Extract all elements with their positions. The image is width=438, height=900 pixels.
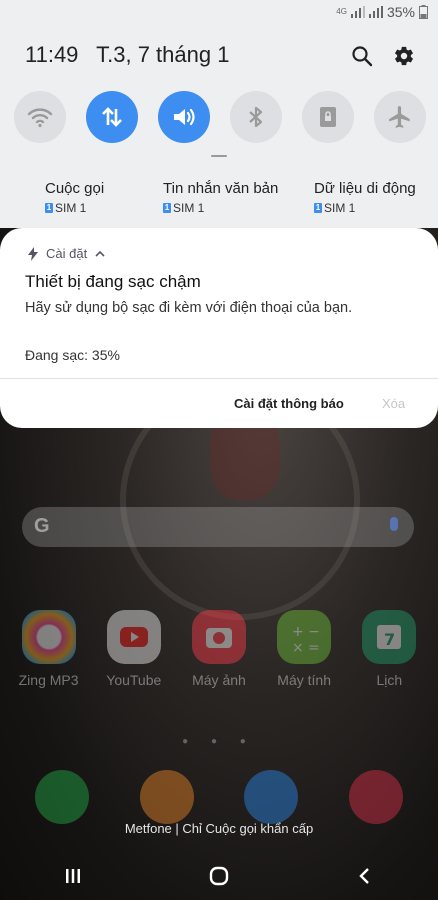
calendar-icon: 7 (362, 610, 417, 664)
svg-text:+ −: + − (292, 624, 320, 640)
volume-icon (174, 108, 195, 126)
mic-icon[interactable] (390, 517, 398, 531)
app-youtube[interactable]: YouTube (94, 610, 174, 688)
notification-title: Thiết bị đang sạc chậm (25, 272, 201, 291)
charging-bolt-icon (28, 246, 38, 261)
notification-app-row[interactable]: Cài đặt (28, 246, 105, 261)
signal-icon (350, 6, 365, 18)
lock-screen-icon (320, 107, 336, 127)
recents-button[interactable] (53, 856, 93, 896)
network-type: 4G (336, 7, 347, 16)
search-button[interactable] (350, 44, 374, 68)
sim-calls-value: SIM 1 (55, 201, 87, 215)
page-indicator: ● ● ● (182, 736, 256, 747)
gallery-icon[interactable] (348, 770, 403, 824)
mobile-data-toggle[interactable] (86, 91, 138, 143)
recents-icon (66, 869, 80, 883)
svg-text:× =: × = (292, 640, 320, 656)
phone-icon[interactable] (35, 770, 90, 824)
date[interactable]: T.3, 7 tháng 1 (96, 42, 229, 67)
battery-icon (419, 5, 428, 19)
app-label: Lịch (376, 672, 403, 688)
airplane-toggle[interactable] (374, 91, 426, 143)
sim-calls-title: Cuộc gọi (45, 180, 105, 197)
status-bar: 4G 35% (336, 4, 428, 20)
sim-icon: 1 (45, 203, 53, 213)
data-arrows-icon (102, 107, 122, 127)
bluetooth-icon (249, 106, 263, 128)
clock[interactable]: 11:49 (25, 42, 78, 67)
app-calendar[interactable]: 7 Lịch (349, 610, 429, 688)
signal-icon-2 (368, 6, 383, 18)
dock (0, 770, 438, 824)
quick-toggles (14, 91, 426, 143)
wifi-toggle[interactable] (14, 91, 66, 143)
back-button[interactable] (345, 856, 385, 896)
notification-body: Hãy sử dụng bộ sạc đi kèm với điện thoại… (25, 300, 353, 316)
camera-icon (191, 610, 246, 664)
app-label: Zing MP3 (18, 672, 79, 688)
contacts-icon[interactable] (139, 770, 194, 824)
notification-app-name: Cài đặt (46, 246, 88, 261)
app-label: Máy tính (277, 672, 331, 688)
chevron-up-icon (95, 250, 105, 257)
notification-settings-button[interactable]: Cài đặt thông báo (234, 396, 344, 411)
battery-percent: 35% (386, 4, 415, 20)
notification-card[interactable]: Cài đặt Thiết bị đang sạc chậm Hãy sử dụ… (0, 228, 438, 428)
sim-mobile-data[interactable]: Dữ liệu di động 1 SIM 1 (314, 180, 416, 215)
youtube-icon (106, 610, 161, 664)
sound-toggle[interactable] (158, 91, 210, 143)
google-logo-icon: G (34, 515, 50, 537)
airplane-icon (389, 106, 410, 128)
google-search-bar[interactable]: G (22, 507, 414, 547)
divider (0, 378, 438, 379)
app-label: YouTube (106, 672, 162, 688)
messages-icon[interactable] (244, 770, 299, 824)
wifi-icon (27, 108, 53, 128)
svg-text:7: 7 (384, 630, 395, 649)
quick-panel: 4G 35% 11:49 T.3, 7 tháng 1 Cuộc gọi 1 S… (0, 0, 438, 228)
calculator-icon: + − × = (277, 610, 332, 664)
header-actions (350, 44, 416, 68)
zing-mp3-icon (21, 610, 76, 664)
app-label: Máy ảnh (192, 672, 246, 688)
panel-handle[interactable] (211, 155, 227, 157)
back-icon (359, 868, 369, 884)
app-camera[interactable]: Máy ảnh (179, 610, 259, 688)
sim-messages-value: SIM 1 (173, 201, 205, 215)
charging-status: Đang sạc: 35% (25, 347, 120, 363)
sim-icon: 1 (163, 203, 171, 213)
home-icon (209, 866, 229, 886)
navigation-bar (0, 852, 438, 900)
sim-icon: 1 (314, 203, 322, 213)
carrier-text: Metfone | Chỉ Cuộc gọi khẩn cấp (124, 821, 314, 836)
settings-button[interactable] (392, 44, 416, 68)
app-row: Zing MP3 YouTube Máy ảnh + − × = Máy tính… (0, 610, 438, 688)
bluetooth-toggle[interactable] (230, 91, 282, 143)
app-zing-mp3[interactable]: Zing MP3 (9, 610, 89, 688)
sim-data-title: Dữ liệu di động (314, 180, 416, 197)
sim-data-value: SIM 1 (324, 201, 356, 215)
app-calculator[interactable]: + − × = Máy tính (264, 610, 344, 688)
home-button[interactable] (199, 856, 239, 896)
datetime-row: 11:49 T.3, 7 tháng 1 (25, 42, 229, 68)
gear-icon (395, 46, 413, 66)
sim-messages[interactable]: Tin nhắn văn bản 1 SIM 1 (163, 180, 278, 215)
sim-calls[interactable]: Cuộc gọi 1 SIM 1 (45, 180, 104, 215)
clear-button[interactable]: Xóa (382, 396, 405, 411)
search-icon (352, 46, 373, 67)
rotation-lock-toggle[interactable] (302, 91, 354, 143)
sim-messages-title: Tin nhắn văn bản (163, 180, 279, 197)
